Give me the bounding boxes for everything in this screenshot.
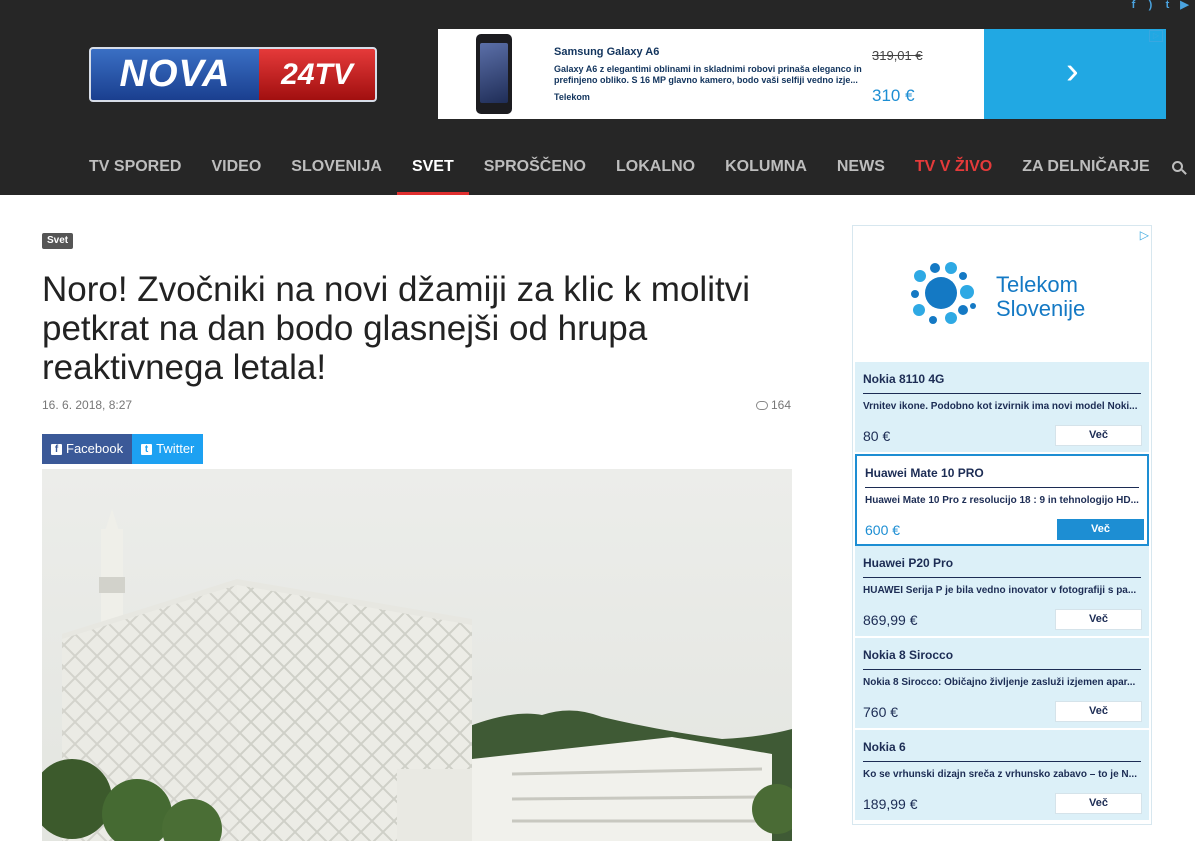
telekom-line1: Telekom — [996, 272, 1078, 297]
article-title: Noro! Zvočniki na novi džamiji za klic k… — [42, 270, 750, 387]
product-more-button[interactable]: Več — [1055, 701, 1142, 722]
product-description: Nokia 8 Sirocco: Običajno življenje zasl… — [863, 677, 1136, 688]
ad-old-price: 319,01 € — [872, 48, 923, 63]
twitter-icon: t — [141, 443, 153, 455]
nav-item-sprosceno[interactable]: SPROŠČENO — [469, 142, 601, 195]
article-image — [42, 469, 792, 841]
site-header: f ) t ▶ NOVA 24TV Samsung Galaxy A6 Gala… — [0, 0, 1195, 195]
logo-accent: 24TV — [259, 49, 375, 100]
product-name: Huawei Mate 10 PRO — [865, 466, 984, 480]
product-description: Vrnitev ikone. Podobno kot izvirnik ima … — [863, 401, 1138, 412]
product-description: HUAWEI Serija P je bila vedno inovator v… — [863, 585, 1137, 596]
nav-item-news[interactable]: NEWS — [822, 142, 900, 195]
nav-item-svet[interactable]: SVET — [396, 142, 469, 195]
nav-item-video[interactable]: VIDEO — [196, 142, 276, 195]
telekom-wordmark: Telekom Slovenije — [996, 273, 1085, 321]
product-price: 189,99 € — [863, 796, 918, 812]
product-price: 869,99 € — [863, 612, 918, 628]
nav-item-tv-v-zivo[interactable]: TV V ŽIVO — [900, 142, 1007, 195]
comment-count[interactable]: 164 — [756, 398, 791, 412]
product-name: Huawei P20 Pro — [863, 556, 954, 570]
product-price: 600 € — [865, 522, 901, 538]
nav-item-lokalno[interactable]: LOKALNO — [601, 142, 710, 195]
product-name: Nokia 6 — [863, 740, 906, 754]
facebook-icon[interactable]: f — [1128, 0, 1139, 11]
share-twitter-button[interactable]: t Twitter — [132, 434, 204, 464]
comment-count-value: 164 — [771, 398, 792, 412]
category-badge[interactable]: Svet — [42, 233, 74, 249]
product-price: 80 € — [863, 428, 891, 444]
product-more-button[interactable]: Več — [1055, 609, 1142, 630]
nav-item-slovenija[interactable]: SLOVENIJA — [276, 142, 397, 195]
product-more-button[interactable]: Več — [1057, 519, 1144, 540]
site-logo[interactable]: NOVA 24TV — [89, 47, 377, 102]
twitter-icon[interactable]: t — [1162, 0, 1173, 11]
adchoices-icon[interactable]: ▷ — [1149, 30, 1163, 42]
telekom-logo-mark — [911, 262, 976, 324]
ad-product-name: Samsung Galaxy A6 — [554, 46, 660, 58]
product-description: Huawei Mate 10 Pro z resolucijo 18 : 9 i… — [865, 495, 1139, 506]
product-description: Ko se vrhunski dizajn sreča z vrhunsko z… — [863, 769, 1137, 780]
rss-icon[interactable]: ) — [1145, 0, 1156, 11]
ad-brand: Telekom — [554, 92, 590, 102]
article-date: 16. 6. 2018, 8:27 — [42, 398, 133, 412]
product-card[interactable]: Nokia 8 Sirocco Nokia 8 Sirocco: Običajn… — [855, 638, 1149, 730]
share-facebook-button[interactable]: f Facebook — [42, 434, 133, 464]
youtube-icon[interactable]: ▶ — [1179, 0, 1190, 11]
product-list: Nokia 8110 4G Vrnitev ikone. Podobno kot… — [853, 362, 1151, 822]
product-card[interactable]: Huawei P20 Pro HUAWEI Serija P je bila v… — [855, 546, 1149, 638]
adchoices-icon[interactable]: ▷ — [1140, 228, 1149, 242]
social-links: f ) t ▶ — [1128, 0, 1190, 14]
share-twitter-label: Twitter — [156, 441, 195, 456]
product-price: 760 € — [863, 704, 899, 720]
chevron-right-icon: › — [1066, 50, 1079, 92]
share-facebook-label: Facebook — [66, 441, 124, 456]
nav-item-tv-spored[interactable]: TV SPORED — [74, 142, 196, 195]
top-banner-ad[interactable]: Samsung Galaxy A6 Galaxy A6 z elegantimi… — [438, 29, 1166, 119]
main-nav: TV SPORED VIDEO SLOVENIJA SVET SPROŠČENO… — [74, 142, 1195, 195]
mosque-photo — [42, 469, 792, 841]
ad-next-button[interactable]: › — [984, 29, 1166, 119]
phone-image — [476, 34, 512, 114]
telekom-logo: Telekom Slovenije — [853, 226, 1151, 360]
comments-icon — [756, 400, 768, 410]
product-card[interactable]: Nokia 6 Ko se vrhunski dizajn sreča z vr… — [855, 730, 1149, 822]
nav-item-kolumna[interactable]: KOLUMNA — [710, 142, 822, 195]
product-name: Nokia 8 Sirocco — [863, 648, 954, 662]
ad-new-price: 310 € — [872, 86, 915, 105]
product-more-button[interactable]: Več — [1055, 793, 1142, 814]
product-card[interactable]: Nokia 8110 4G Vrnitev ikone. Podobno kot… — [855, 362, 1149, 454]
search-icon[interactable] — [1165, 142, 1195, 195]
product-more-button[interactable]: Več — [1055, 425, 1142, 446]
facebook-icon: f — [51, 443, 62, 455]
telekom-line2: Slovenije — [996, 296, 1086, 321]
ad-product-description: Galaxy A6 z elegantimi oblinami in sklad… — [554, 64, 862, 85]
sidebar-ad[interactable]: Telekom Slovenije ▷ Nokia 8110 4G Vrnite… — [852, 225, 1152, 825]
product-card[interactable]: Huawei Mate 10 PRO Huawei Mate 10 Pro z … — [855, 454, 1149, 546]
share-buttons: f Facebook t Twitter — [42, 434, 204, 464]
logo-main: NOVA — [91, 49, 259, 100]
product-name: Nokia 8110 4G — [863, 372, 945, 386]
nav-item-za-delnicarje[interactable]: ZA DELNIČARJE — [1007, 142, 1164, 195]
